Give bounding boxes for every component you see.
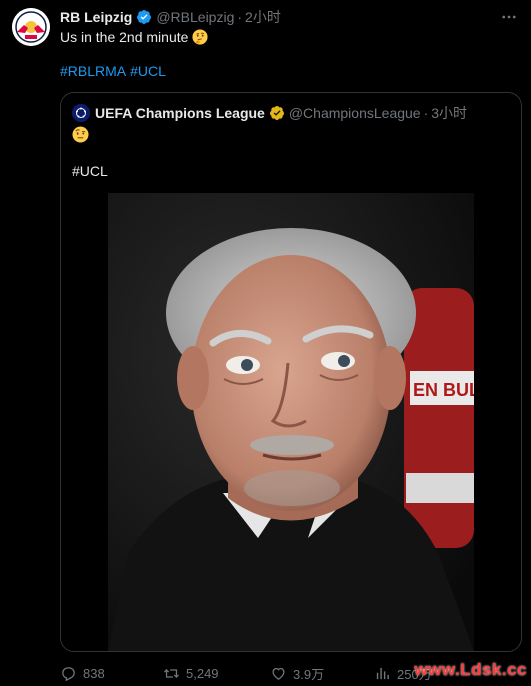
hashtag-link[interactable]: #UCL: [130, 63, 166, 79]
thinking-face-emoji-icon: [192, 29, 208, 45]
retweet-count: 5,249: [186, 665, 219, 681]
man-portrait-image: EN BULL: [108, 193, 474, 651]
more-options-icon[interactable]: [499, 7, 519, 27]
quoted-tweet-photo[interactable]: EN BULL: [108, 193, 474, 651]
like-count: 3.9万: [293, 666, 325, 682]
views-chart-icon: [376, 667, 389, 679]
quoted-tweet-emoji: [72, 126, 89, 148]
author-handle[interactable]: @RBLeipzig: [156, 9, 234, 25]
site-watermark: www.Ldsk.cc: [414, 660, 527, 679]
quoted-author-handle[interactable]: @ChampionsLeague: [289, 105, 421, 121]
separator-dot: ·: [423, 105, 429, 121]
quoted-tweet-hashtag[interactable]: #UCL: [72, 163, 108, 179]
tweet-header: RB Leipzig @RBLeipzig · 2小时: [60, 7, 519, 27]
verified-badge-icon: [137, 10, 152, 24]
retweet-icon: [163, 668, 180, 678]
quoted-author-avatar[interactable]: [72, 104, 90, 122]
champions-league-star-icon: [72, 104, 90, 122]
separator-dot: ·: [237, 9, 243, 25]
heart-icon: [272, 667, 285, 680]
tweet-hashtags: #RBLRMA #UCL: [60, 63, 170, 79]
tweet-time[interactable]: 2小时: [245, 7, 281, 27]
rb-leipzig-logo-icon: [12, 8, 50, 46]
author-name[interactable]: RB Leipzig: [60, 9, 132, 25]
svg-text:EN BULL: EN BULL: [413, 380, 474, 400]
like-button[interactable]: 3.9万: [270, 662, 324, 684]
quoted-tweet-header: UEFA Champions League @ChampionsLeague ·…: [72, 103, 467, 123]
verified-gold-badge-icon: [269, 106, 284, 120]
quoted-tweet-time[interactable]: 3小时: [431, 103, 467, 123]
tweet-text-content: Us in the 2nd minute: [60, 29, 189, 45]
quoted-author-name[interactable]: UEFA Champions League: [95, 105, 265, 121]
raised-eyebrow-emoji-icon: [72, 126, 89, 143]
tweet-text: Us in the 2nd minute: [60, 28, 208, 46]
reply-button[interactable]: 838: [60, 662, 105, 684]
hashtag-link[interactable]: #RBLRMA: [60, 63, 126, 79]
quoted-tweet-card[interactable]: UEFA Champions League @ChampionsLeague ·…: [60, 92, 522, 652]
retweet-button[interactable]: 5,249: [163, 662, 219, 684]
author-avatar[interactable]: [12, 8, 50, 46]
reply-count: 838: [83, 665, 105, 681]
reply-icon: [62, 666, 75, 681]
